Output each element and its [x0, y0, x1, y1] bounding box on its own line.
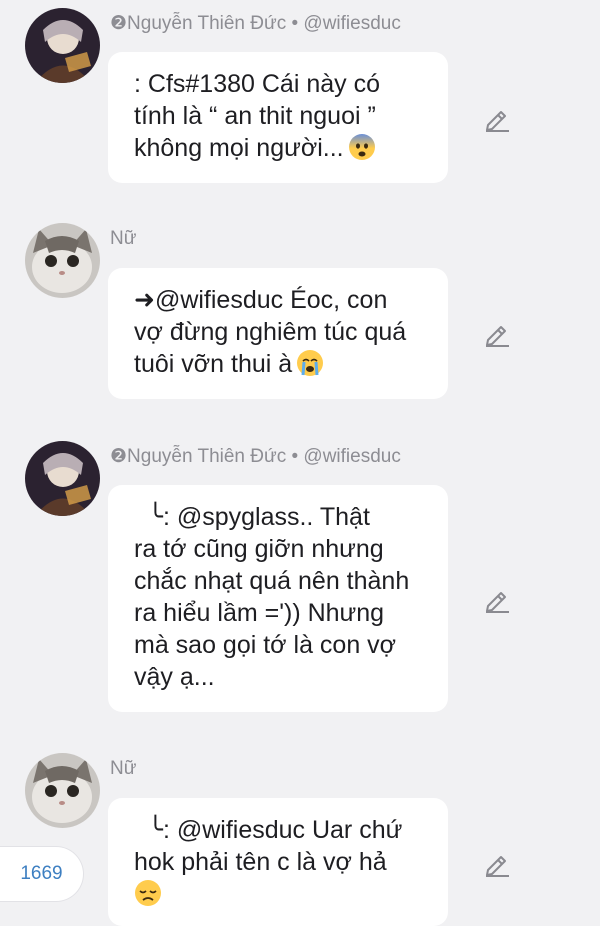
- message-line: ra hiểu lầm =')) Nhưng: [134, 599, 385, 627]
- crying-face-emoji: [297, 350, 324, 376]
- message-line: ╰: @spyglass.. Thật: [134, 503, 370, 531]
- message-line: vợ đừng nghiêm túc quá: [134, 318, 407, 346]
- message-bubble[interactable]: ╰: @wifiesduc Uar chứ hok phải tên c là …: [108, 798, 448, 926]
- message-line: ╰: @wifiesduc Uar chứ: [134, 816, 403, 844]
- avatar[interactable]: [25, 8, 100, 83]
- message-line: : Cfs#1380 Cái này có: [134, 70, 380, 98]
- message-line: hok phải tên c là vợ hả: [134, 848, 387, 876]
- sender-name: ❷Nguyễn Thiên Đức • @wifiesduc: [110, 446, 401, 467]
- disappointed-face-emoji: [135, 880, 161, 906]
- message-line: ra tớ cũng giỡn nhưng: [134, 535, 384, 563]
- sender-name: ❷Nguyễn Thiên Đức • @wifiesduc: [110, 13, 401, 34]
- message-line: tính là “ an thit nguoi ”: [134, 102, 376, 130]
- message-line: ➜@wifiesduc Éoc, con: [134, 286, 388, 314]
- avatar[interactable]: [25, 223, 100, 298]
- message-line: vậy ạ...: [134, 663, 215, 691]
- message-line: chắc nhạt quá nên thành: [134, 567, 410, 595]
- avatar[interactable]: [25, 753, 100, 828]
- edit-icon[interactable]: [482, 848, 512, 878]
- sender-name: Nữ: [110, 228, 137, 249]
- page-counter-badge[interactable]: 1669: [0, 846, 84, 902]
- edit-icon[interactable]: [482, 584, 512, 614]
- edit-icon[interactable]: [482, 103, 512, 133]
- message-line: tuôi vỡn thui à: [134, 350, 293, 378]
- message-bubble[interactable]: ➜@wifiesduc Éoc, con vợ đừng nghiêm túc …: [108, 268, 448, 399]
- edit-icon[interactable]: [482, 318, 512, 348]
- fearful-face-emoji: [348, 134, 375, 160]
- message-bubble[interactable]: ╰: @spyglass.. Thật ra tớ cũng giỡn nhưn…: [108, 485, 448, 712]
- message-line: không mọi người...: [134, 134, 344, 162]
- sender-name: Nữ: [110, 758, 137, 779]
- message-bubble[interactable]: : Cfs#1380 Cái này có tính là “ an thit …: [108, 52, 448, 183]
- message-line: mà sao gọi tớ là con vợ: [134, 631, 397, 659]
- avatar[interactable]: [25, 441, 100, 516]
